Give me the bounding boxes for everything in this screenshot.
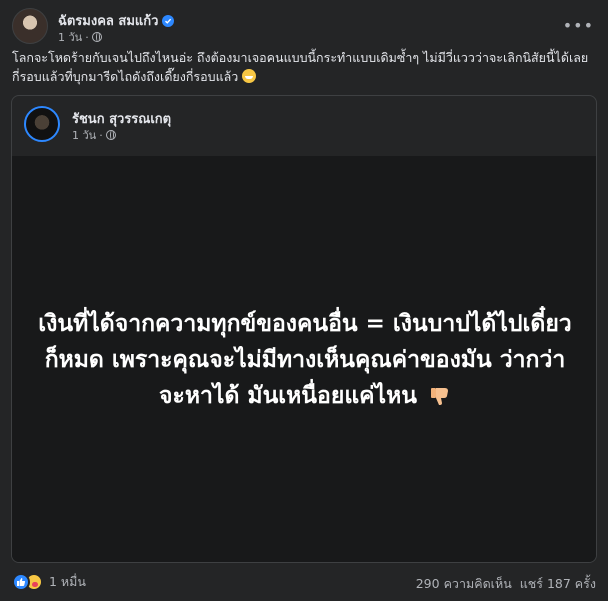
globe-icon (105, 130, 116, 140)
post-time[interactable]: 1 วัน (58, 28, 82, 46)
shared-post-time[interactable]: 1 วัน (72, 126, 96, 144)
quote-text-body: เงินที่ได้จากความทุกข์ของคนอื่น = เงินบา… (38, 311, 572, 409)
shared-author-avatar[interactable] (24, 106, 60, 142)
meta-separator: · (85, 30, 89, 44)
thumbs-down-icon (429, 382, 451, 405)
shared-post-meta: 1 วัน · (72, 126, 116, 144)
verified-badge-icon (162, 14, 175, 27)
globe-icon (91, 32, 102, 42)
post-meta: 1 วัน · (58, 28, 102, 46)
post-text-body: โลกจะโหดร้ายกับเจนไปถึงไหนอ่ะ ถึงต้องมาเ… (12, 50, 589, 84)
shared-post-header: รัชนก สุวรรณเกตุ 1 วัน · (24, 106, 584, 146)
like-reaction-icon (12, 573, 30, 591)
shared-post-card[interactable]: รัชนก สุวรรณเกตุ 1 วัน · เงินที่ได้จากคว… (11, 95, 597, 563)
share-count[interactable]: แชร์ 187 ครั้ง (520, 574, 596, 594)
grin-emoji-icon (242, 69, 257, 83)
quote-text: เงินที่ได้จากความทุกข์ของคนอื่น = เงินบา… (35, 306, 575, 414)
post-stats: 290 ความคิดเห็น แชร์ 187 ครั้ง (416, 574, 596, 594)
post-footer: 1 หมื่น 290 ความคิดเห็น แชร์ 187 ครั้ง (12, 572, 596, 594)
more-options-icon[interactable]: ••• (563, 16, 594, 35)
shared-post-image[interactable]: เงินที่ได้จากความทุกข์ของคนอื่น = เงินบา… (12, 156, 596, 562)
post-header: ฉัตรมงคล สมแก้ว 1 วัน · ••• (12, 8, 596, 44)
reaction-count[interactable]: 1 หมื่น (49, 572, 86, 592)
shared-meta-separator: · (99, 128, 103, 142)
reactions-summary[interactable]: 1 หมื่น (12, 572, 86, 592)
comment-count[interactable]: 290 ความคิดเห็น (416, 574, 512, 594)
post-text: โลกจะโหดร้ายกับเจนไปถึงไหนอ่ะ ถึงต้องมาเ… (12, 48, 596, 86)
author-avatar[interactable] (12, 8, 48, 44)
